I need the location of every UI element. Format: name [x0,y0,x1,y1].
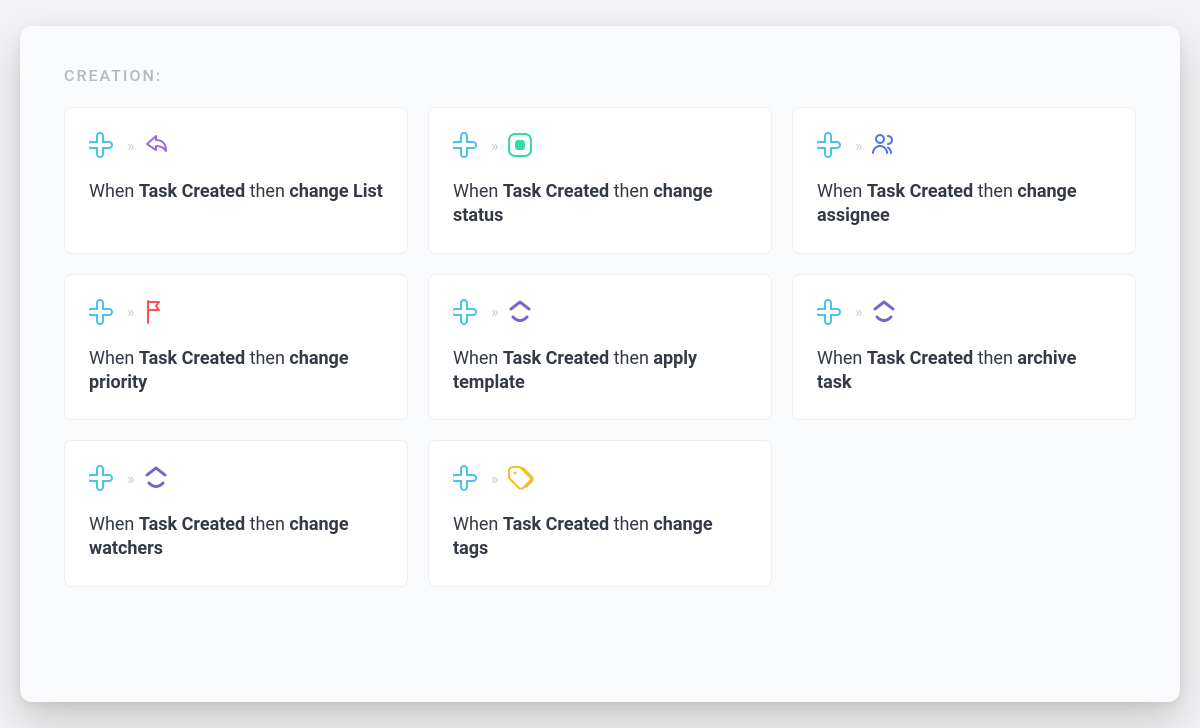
when-text: When [453,348,503,369]
automation-card-change-assignee[interactable]: » When Task Created then change assignee [792,107,1136,254]
then-text: then [609,181,653,202]
card-icons: » [817,297,1111,327]
when-text: When [817,348,867,369]
when-text: When [89,514,139,535]
trigger-text: Task Created [867,348,973,369]
automation-card-change-status[interactable]: » When Task Created then change status [428,107,772,254]
action-text: change List [289,181,383,202]
trigger-text: Task Created [139,181,245,202]
section-label: CREATION: [64,66,1136,85]
card-icons: » [89,130,383,160]
chevrons-icon: » [491,469,496,488]
card-description: When Task Created then change watchers [89,513,383,562]
when-text: When [89,181,139,202]
trigger-text: Task Created [139,348,245,369]
trigger-text: Task Created [867,181,973,202]
card-icons: » [453,463,747,493]
card-description: When Task Created then archive task [817,347,1111,396]
card-description: When Task Created then change tags [453,513,747,562]
plus-icon [89,298,117,326]
tag-icon [506,464,534,492]
plus-icon [89,464,117,492]
plus-icon [453,464,481,492]
people-icon [870,131,898,159]
automation-card-change-tags[interactable]: » When Task Created then change tags [428,440,772,587]
trigger-text: Task Created [139,514,245,535]
card-icons: » [453,130,747,160]
when-text: When [453,514,503,535]
card-icons: » [89,463,383,493]
then-text: then [609,514,653,535]
then-text: then [973,181,1017,202]
chevrons-icon: » [127,469,132,488]
trigger-text: Task Created [503,514,609,535]
chevrons-icon: » [491,302,496,321]
automation-grid: » When Task Created then change List » When… [64,107,1136,587]
plus-icon [89,131,117,159]
automation-card-archive-task[interactable]: » When Task Created then archive task [792,274,1136,421]
flag-icon [142,298,170,326]
card-description: When Task Created then change priority [89,347,383,396]
chevrons-icon: » [127,136,132,155]
when-text: When [453,181,503,202]
automation-card-change-list[interactable]: » When Task Created then change List [64,107,408,254]
share-icon [142,131,170,159]
trigger-text: Task Created [503,181,609,202]
card-description: When Task Created then apply template [453,347,747,396]
plus-icon [453,298,481,326]
clickup-icon [142,464,170,492]
status-icon [506,131,534,159]
automation-panel: CREATION: » When Task Created then change… [20,26,1180,702]
trigger-text: Task Created [503,348,609,369]
clickup-icon [506,298,534,326]
automation-card-change-watchers[interactable]: » When Task Created then change watchers [64,440,408,587]
clickup-icon [870,298,898,326]
card-icons: » [453,297,747,327]
automation-card-change-priority[interactable]: » When Task Created then change priority [64,274,408,421]
plus-icon [817,131,845,159]
then-text: then [245,181,289,202]
plus-icon [817,298,845,326]
when-text: When [817,181,867,202]
card-icons: » [817,130,1111,160]
chevrons-icon: » [855,136,860,155]
chevrons-icon: » [127,302,132,321]
then-text: then [245,348,289,369]
when-text: When [89,348,139,369]
chevrons-icon: » [855,302,860,321]
then-text: then [973,348,1017,369]
card-description: When Task Created then change assignee [817,180,1111,229]
then-text: then [245,514,289,535]
automation-card-apply-template[interactable]: » When Task Created then apply template [428,274,772,421]
card-icons: » [89,297,383,327]
card-description: When Task Created then change status [453,180,747,229]
card-description: When Task Created then change List [89,180,383,204]
then-text: then [609,348,653,369]
plus-icon [453,131,481,159]
chevrons-icon: » [491,136,496,155]
